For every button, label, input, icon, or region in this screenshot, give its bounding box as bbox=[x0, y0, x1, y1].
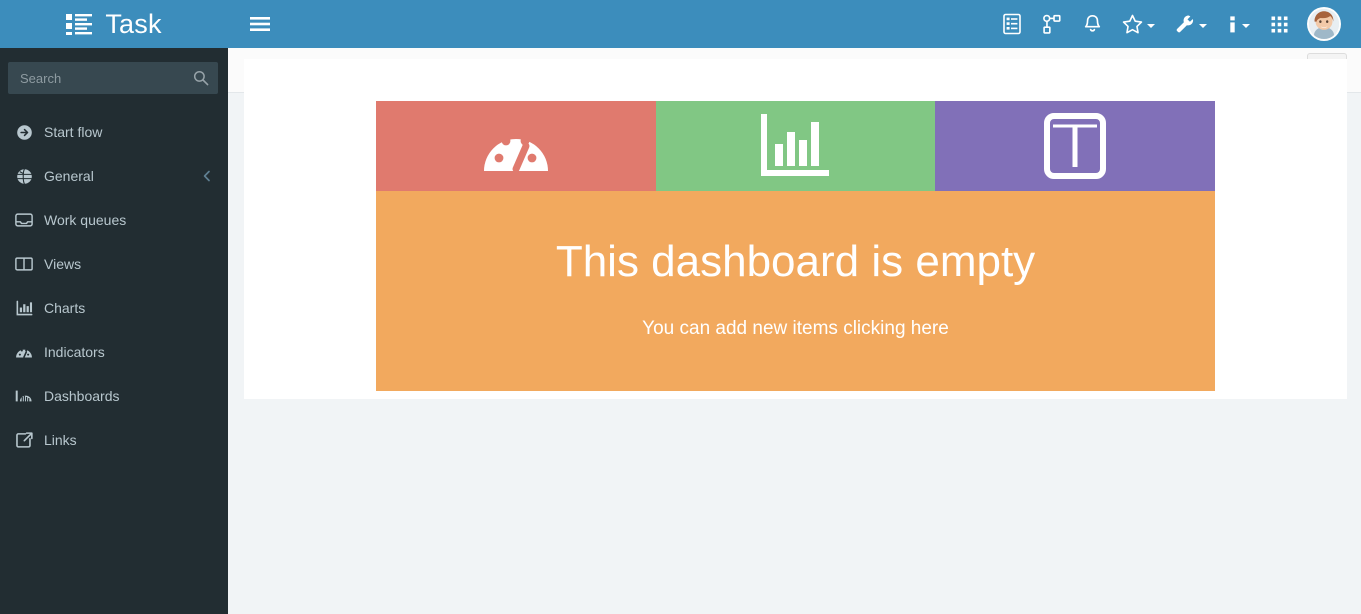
sidebar-item-start-flow[interactable]: Start flow bbox=[0, 110, 228, 154]
user-avatar bbox=[1307, 7, 1341, 41]
columns-icon bbox=[1044, 113, 1107, 179]
dashboard-panel: This dashboard is empty You can add new … bbox=[244, 59, 1347, 399]
tasks-list-icon bbox=[1003, 13, 1021, 35]
sidebar-item-general[interactable]: General bbox=[0, 154, 228, 198]
sidebar-item-label: Views bbox=[44, 256, 82, 272]
navbar-tasks-button[interactable] bbox=[992, 0, 1032, 48]
sidebar-item-dashboards[interactable]: Dashboards bbox=[0, 374, 228, 418]
search-input[interactable] bbox=[8, 62, 218, 94]
dashboard-tiles bbox=[376, 101, 1216, 191]
indicator-tile[interactable] bbox=[376, 101, 656, 191]
bar-chart-icon bbox=[14, 299, 34, 317]
navbar-favorites-button[interactable] bbox=[1112, 0, 1165, 48]
view-tile[interactable] bbox=[935, 101, 1216, 191]
app-root: Task Start flow bbox=[0, 0, 1361, 614]
empty-dashboard-title: This dashboard is empty bbox=[555, 237, 1036, 286]
navbar-info-button[interactable] bbox=[1217, 0, 1260, 48]
navbar-tools-button[interactable] bbox=[1165, 0, 1217, 48]
star-icon bbox=[1122, 14, 1143, 34]
info-icon bbox=[1230, 15, 1235, 32]
sidebar-item-links[interactable]: Links bbox=[0, 418, 228, 462]
navbar-actions bbox=[992, 0, 1351, 48]
chevron-down-icon bbox=[1242, 23, 1250, 28]
chart-tile[interactable] bbox=[655, 101, 936, 191]
inbox-icon bbox=[14, 211, 34, 229]
sidebar-item-charts[interactable]: Charts bbox=[0, 286, 228, 330]
chevron-left-icon bbox=[203, 170, 210, 182]
external-link-icon bbox=[14, 431, 34, 449]
sidebar-search bbox=[0, 48, 228, 94]
list-tasks-icon bbox=[66, 14, 93, 35]
sidebar-menu: Start flow General Work queues Views Cha… bbox=[0, 110, 228, 462]
bar-chart-icon bbox=[760, 114, 829, 176]
sidebar-item-label: Work queues bbox=[44, 212, 127, 228]
top-navbar bbox=[228, 0, 1361, 48]
sitemap-icon bbox=[1043, 14, 1061, 34]
sidebar-item-label: Indicators bbox=[44, 344, 105, 360]
sidebar-item-work-queues[interactable]: Work queues bbox=[0, 198, 228, 242]
sidebar-item-label: Links bbox=[44, 432, 77, 448]
navbar-sitemap-button[interactable] bbox=[1032, 0, 1073, 48]
tachometer-icon bbox=[14, 343, 34, 361]
navbar-user-menu-button[interactable] bbox=[1299, 0, 1351, 48]
bell-icon bbox=[1084, 14, 1101, 32]
arrow-circle-right-icon bbox=[14, 123, 34, 141]
navbar-notifications-button[interactable] bbox=[1073, 0, 1112, 48]
empty-dashboard-message[interactable]: This dashboard is empty You can add new … bbox=[376, 191, 1215, 391]
chevron-down-icon bbox=[1147, 23, 1155, 28]
brand-title: Task bbox=[105, 8, 162, 39]
columns-icon bbox=[14, 255, 34, 273]
hamburger-menu-icon bbox=[250, 17, 270, 31]
globe-icon bbox=[14, 167, 34, 185]
sidebar-item-indicators[interactable]: Indicators bbox=[0, 330, 228, 374]
sidebar-item-label: Dashboards bbox=[44, 388, 120, 404]
sidebar-item-label: Charts bbox=[44, 300, 86, 316]
sidebar-item-label: Start flow bbox=[44, 124, 103, 140]
brand-logo[interactable]: Task bbox=[0, 0, 228, 48]
wrench-icon bbox=[1176, 15, 1194, 33]
sidebar-item-views[interactable]: Views bbox=[0, 242, 228, 286]
navbar-apps-button[interactable] bbox=[1260, 0, 1299, 48]
sidebar-toggle-button[interactable] bbox=[240, 0, 280, 48]
sidebar: Task Start flow bbox=[0, 0, 228, 614]
grid-apps-icon bbox=[1271, 16, 1288, 32]
empty-dashboard-subtitle: You can add new items clicking here bbox=[642, 318, 949, 340]
content-area: This dashboard is empty You can add new … bbox=[228, 48, 1361, 614]
tachometer-icon bbox=[483, 136, 548, 173]
chevron-down-icon bbox=[1199, 23, 1207, 28]
search-box[interactable] bbox=[8, 62, 218, 94]
sidebar-item-label: General bbox=[44, 168, 94, 184]
dashboard-icon bbox=[14, 387, 34, 405]
